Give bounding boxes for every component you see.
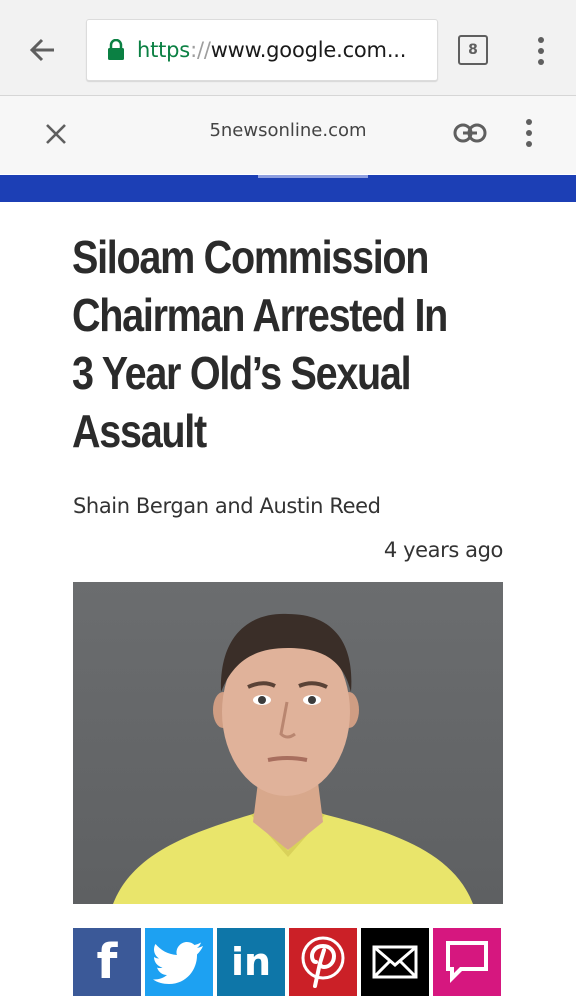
article-timestamp: 4 years ago [383,538,504,562]
link-icon [453,123,487,143]
tab-switcher-button[interactable]: 8 [458,35,488,65]
pinterest-share-button[interactable] [289,928,357,996]
facebook-share-button[interactable]: f [73,928,141,996]
site-header-band [0,175,576,202]
article-byline: Shain Bergan and Austin Reed [73,494,381,518]
twitter-icon [153,942,203,984]
email-share-button[interactable] [361,928,429,996]
url-text: https://www.google.com... [137,38,406,62]
copy-link-button[interactable] [450,116,490,150]
lock-icon [108,39,124,60]
url-scheme: https [137,38,191,62]
comment-button[interactable] [433,928,501,996]
custom-tab-menu-button[interactable] [514,114,544,152]
back-arrow-icon [29,38,54,62]
status-bar [0,0,576,6]
email-icon [372,945,418,979]
more-vert-icon [526,119,532,147]
linkedin-share-button[interactable]: in [217,928,285,996]
headline-line: Assault [72,405,207,457]
more-vert-icon [538,37,544,65]
back-button[interactable] [22,30,62,70]
article-photo[interactable] [73,582,503,904]
article-headline: Siloam Commission Chairman Arrested In 3… [72,228,502,460]
close-tab-button[interactable] [38,116,74,152]
facebook-icon: f [96,934,118,990]
page-domain: 5newsonline.com [209,120,367,141]
headline-line: Chairman Arrested In [72,289,448,341]
url-separator: :// [190,38,211,62]
mugshot-image [113,613,473,904]
comment-icon [446,941,488,983]
linkedin-icon: in [230,940,272,984]
browser-menu-button[interactable] [526,32,556,70]
site-header-text-fragment [258,175,368,178]
url-host: www.google.com... [210,38,407,62]
pinterest-icon [301,936,345,988]
share-buttons: f in [73,928,503,996]
headline-line: Siloam Commission [72,231,429,283]
url-bar[interactable]: https://www.google.com... [86,19,438,81]
twitter-share-button[interactable] [145,928,213,996]
headline-line: 3 Year Old’s Sexual [72,347,412,399]
close-icon [46,124,66,144]
tab-count: 8 [468,42,478,58]
